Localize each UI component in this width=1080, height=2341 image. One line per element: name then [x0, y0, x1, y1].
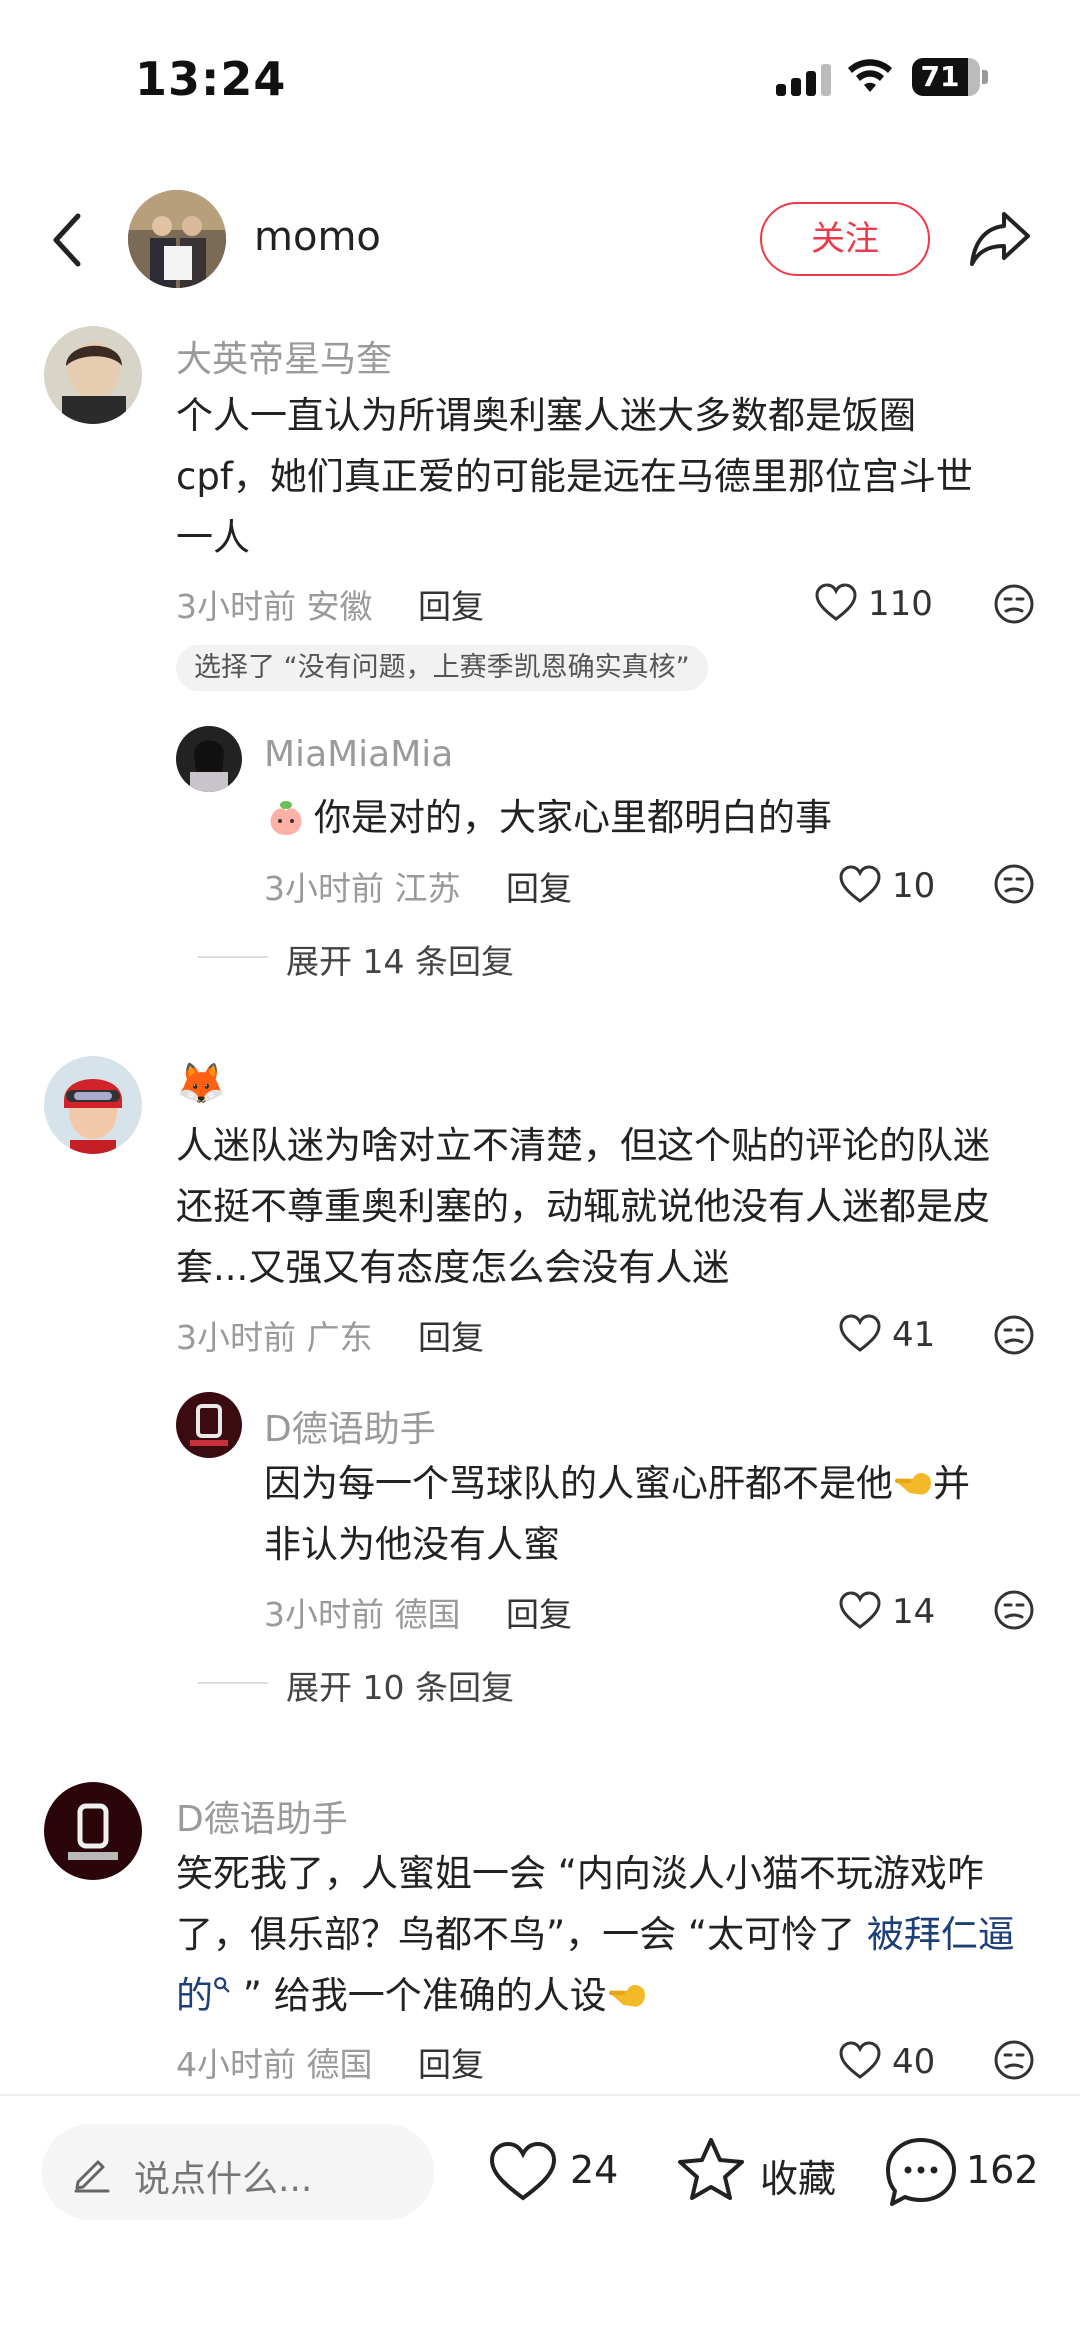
- reply-time-location: 3小时前 德国: [264, 1595, 461, 1634]
- heart-icon[interactable]: [838, 1590, 882, 1630]
- signal-icon: [776, 62, 836, 96]
- comment-line: 还挺不尊重奥利塞的，动辄就说他没有人迷都是皮: [176, 1185, 990, 1228]
- reply-line: 因为每一个骂球队的人蜜心肝都不是他并: [264, 1462, 970, 1505]
- commenter-name[interactable]: 大英帝星马奎: [176, 330, 392, 382]
- commenter-avatar[interactable]: [44, 1056, 142, 1154]
- pointing-hand-emoji-icon: [608, 1984, 645, 2007]
- reply-button[interactable]: 回复: [418, 1311, 484, 1359]
- reply-button[interactable]: 回复: [506, 862, 572, 910]
- bottom-bar-divider: [0, 2094, 1080, 2096]
- comment-line: 个人一直认为所谓奥利塞人迷大多数都是饭圈: [176, 394, 916, 437]
- reply-text[interactable]: 因为每一个骂球队的人蜜心肝都不是他并 非认为他没有人蜜: [264, 1453, 1054, 1575]
- commenter-avatar[interactable]: [44, 326, 142, 424]
- profile-avatar[interactable]: [128, 190, 226, 288]
- comment-time-location: 3小时前 广东: [176, 1318, 373, 1357]
- poll-choice-tag: 选择了 “没有问题，上赛季凯恩确实真核”: [176, 645, 708, 691]
- reply-line: 非认为他没有人蜜: [264, 1523, 560, 1566]
- expand-divider: [198, 1682, 268, 1684]
- heart-icon[interactable]: [838, 864, 882, 904]
- peach-emoji-icon: [270, 801, 302, 835]
- reply-button[interactable]: 回复: [506, 1588, 572, 1636]
- heart-icon[interactable]: [488, 2140, 558, 2202]
- like-count: 14: [892, 1592, 936, 1632]
- expand-replies-button[interactable]: 展开 14 条回复: [286, 935, 514, 983]
- reply-text[interactable]: 你是对的，大家心里都明白的事: [314, 787, 1054, 848]
- battery-icon: 71: [912, 58, 968, 96]
- comment-line: 套...又强又有态度怎么会没有人迷: [176, 1246, 730, 1289]
- username[interactable]: momo: [254, 214, 381, 260]
- face-icon[interactable]: [993, 583, 1035, 625]
- comment-time-location: 4小时前 德国: [176, 2045, 373, 2084]
- battery-cap: [982, 70, 988, 84]
- like-count: 41: [892, 1315, 936, 1355]
- topic-link-tail[interactable]: 的: [176, 1974, 213, 2017]
- heart-icon[interactable]: [838, 2040, 882, 2080]
- heart-icon[interactable]: [814, 582, 858, 622]
- heart-icon[interactable]: [838, 1313, 882, 1353]
- reply-name[interactable]: MiaMiaMia: [264, 734, 453, 775]
- commenter-name[interactable]: 🦊: [176, 1060, 226, 1107]
- collect-button[interactable]: 收藏: [760, 2148, 836, 2203]
- post-like-count: 24: [570, 2148, 619, 2192]
- comment-icon[interactable]: [884, 2136, 958, 2208]
- commenter-name[interactable]: D德语助手: [176, 1790, 348, 1842]
- pencil-icon: [74, 2160, 110, 2193]
- comment-time-location: 3小时前 安徽: [176, 587, 373, 626]
- post-comment-count: 162: [966, 2148, 1039, 2192]
- like-count: 110: [868, 584, 933, 624]
- status-time: 13:24: [135, 52, 287, 106]
- topic-link[interactable]: 被拜仁逼: [867, 1913, 1015, 1956]
- comment-line: cpf，她们真正爱的可能是远在马德里那位宫斗世: [176, 455, 973, 498]
- face-icon[interactable]: [993, 1589, 1035, 1631]
- reply-avatar[interactable]: [176, 1392, 242, 1458]
- expand-divider: [198, 956, 268, 958]
- comment-line: 的 ” 给我一个准确的人设: [176, 1965, 1080, 2026]
- comment-input-placeholder[interactable]: 说点什么...: [134, 2150, 312, 2202]
- share-icon[interactable]: [968, 208, 1032, 268]
- comment-line: 人迷队迷为啥对立不清楚，但这个贴的评论的队迷: [176, 1124, 990, 1167]
- reply-avatar[interactable]: [176, 726, 242, 792]
- comment-line: 一人: [176, 516, 250, 559]
- face-icon[interactable]: [993, 1314, 1035, 1356]
- reply-name[interactable]: D德语助手: [264, 1400, 436, 1452]
- face-icon[interactable]: [993, 2039, 1035, 2081]
- reply-button[interactable]: 回复: [418, 580, 484, 628]
- back-icon[interactable]: [48, 210, 88, 270]
- reply-time-location: 3小时前 江苏: [264, 869, 461, 908]
- star-icon[interactable]: [676, 2136, 746, 2202]
- comment-text[interactable]: 人迷队迷为啥对立不清楚，但这个贴的评论的队迷 还挺不尊重奥利塞的，动辄就说他没有…: [176, 1115, 1080, 1298]
- expand-replies-button[interactable]: 展开 10 条回复: [286, 1661, 514, 1709]
- search-icon: [214, 1977, 230, 1993]
- comment-text[interactable]: 个人一直认为所谓奥利塞人迷大多数都是饭圈 cpf，她们真正爱的可能是远在马德里那…: [176, 385, 1080, 568]
- pointing-hand-emoji-icon: [895, 1472, 931, 1495]
- comment-line: 了，俱乐部？鸟都不鸟”，一会 “太可怜了 被拜仁逼: [176, 1913, 1015, 1956]
- follow-button[interactable]: 关注: [760, 202, 930, 276]
- reply-button[interactable]: 回复: [418, 2038, 484, 2086]
- like-count: 10: [892, 866, 936, 906]
- commenter-avatar[interactable]: [44, 1782, 142, 1880]
- battery-empty-part: [966, 58, 980, 96]
- comment-line: 笑死我了，人蜜姐一会 “内向淡人小猫不玩游戏咋: [176, 1852, 984, 1895]
- face-icon[interactable]: [993, 863, 1035, 905]
- comment-text[interactable]: 笑死我了，人蜜姐一会 “内向淡人小猫不玩游戏咋 了，俱乐部？鸟都不鸟”，一会 “…: [176, 1843, 1080, 2026]
- like-count: 40: [892, 2042, 936, 2082]
- wifi-icon: [848, 59, 892, 92]
